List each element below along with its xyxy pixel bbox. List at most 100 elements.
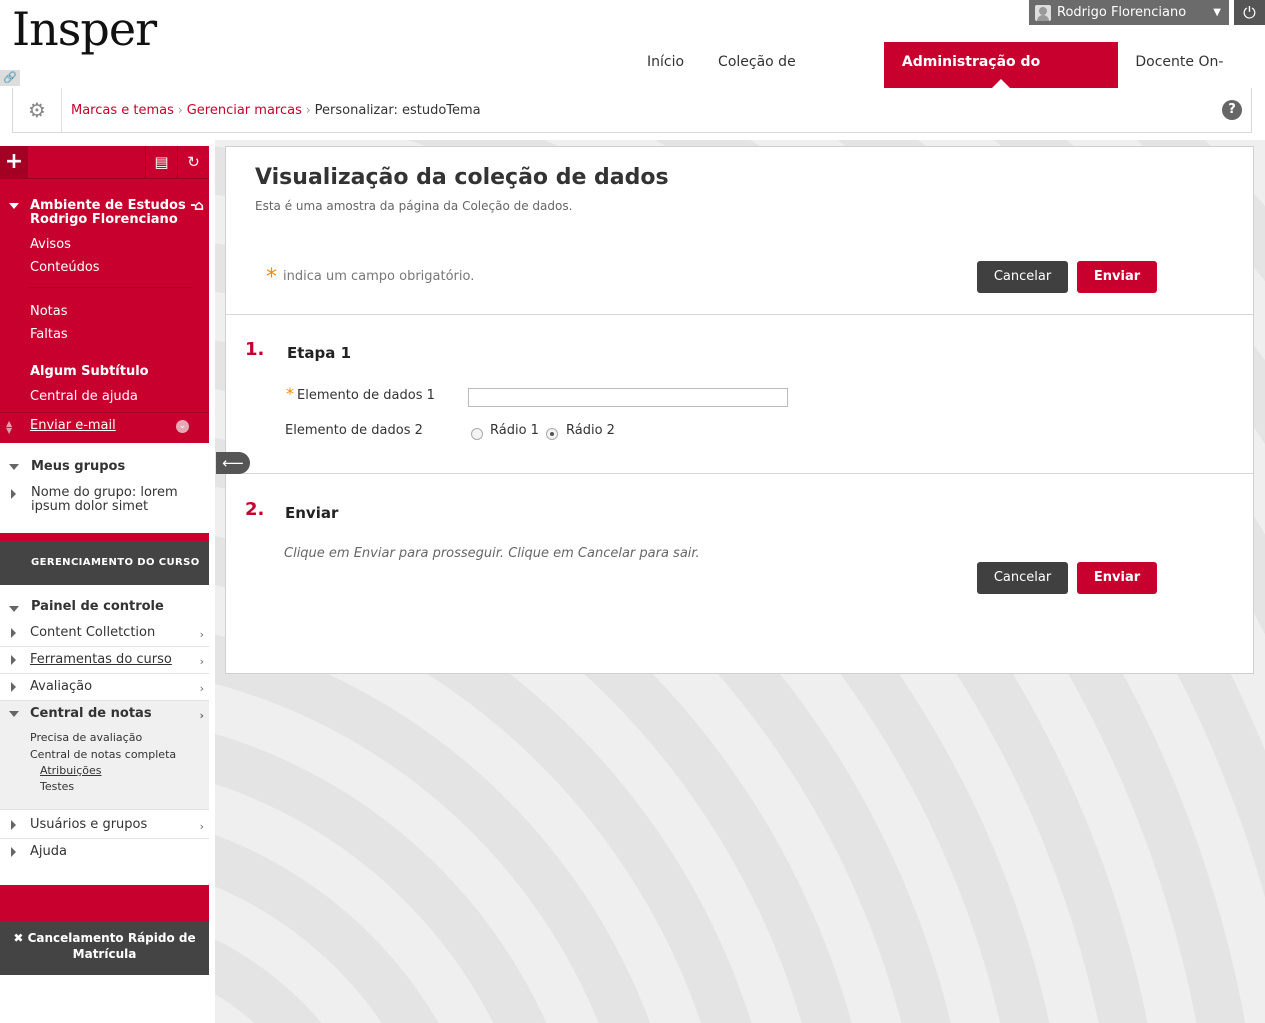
logout-power-icon[interactable]: ⏻ xyxy=(1234,0,1265,25)
radio-1[interactable] xyxy=(471,428,483,440)
panel-item-label: Content Colletction xyxy=(30,625,156,640)
required-note-text: indica um campo obrigatório. xyxy=(283,269,475,284)
expand-arrow-icon xyxy=(11,628,16,638)
radio-2[interactable] xyxy=(546,428,558,440)
breadcrumb-current: Personalizar: estudoTema xyxy=(314,102,481,118)
submenu-testes[interactable]: Testes xyxy=(30,779,199,795)
course-title-text: Ambiente de Estudos - Rodrigo Florencian… xyxy=(30,198,196,227)
sidebar-item-enviar-email[interactable]: ▲ ▼ Enviar e-mail ⌄ xyxy=(0,412,209,439)
submenu-central-notas-completa[interactable]: Central de notas completa xyxy=(30,746,199,763)
chevron-right-icon: › xyxy=(199,709,204,722)
radio-2-label[interactable]: Rádio 2 xyxy=(566,423,615,438)
gear-icon[interactable]: ⚙ xyxy=(13,88,62,132)
expand-arrow-icon xyxy=(11,655,16,665)
course-menu: Ambiente de Estudos - Rodrigo Florencian… xyxy=(0,179,209,443)
step-2-number: 2. xyxy=(245,499,265,520)
help-icon[interactable]: ? xyxy=(1222,100,1242,120)
expand-arrow-icon xyxy=(11,820,16,830)
collapse-triangle-icon xyxy=(9,711,19,717)
sidebar-item-avisos[interactable]: Avisos xyxy=(0,233,209,256)
breadcrumb: ⚙ Marcas e temas › Gerenciar marcas › Pe… xyxy=(12,88,1252,133)
sidebar-item-notas[interactable]: Notas xyxy=(0,300,209,323)
link-icon[interactable]: 🔗 xyxy=(0,70,20,86)
panel-item-label: Central de notas xyxy=(30,706,152,721)
cancel-button-bottom[interactable]: Cancelar xyxy=(977,562,1068,594)
submit-button-bottom[interactable]: Enviar xyxy=(1077,562,1157,594)
chevron-right-icon: › xyxy=(199,628,204,641)
red-divider xyxy=(0,885,209,921)
collapse-triangle-icon xyxy=(9,464,19,470)
required-note: * indica um campo obrigatório. xyxy=(266,265,474,290)
insper-logo: Insper xyxy=(12,2,157,56)
breadcrumb-separator: › xyxy=(305,103,311,117)
collapse-triangle-icon xyxy=(9,203,19,209)
red-divider xyxy=(0,533,209,541)
quick-unenroll-button[interactable]: ✖ Cancelamento Rápido de Matrícula xyxy=(0,921,209,975)
chevron-right-icon: › xyxy=(199,820,204,833)
breadcrumb-marcas-temas[interactable]: Marcas e temas xyxy=(71,103,174,118)
my-groups-title[interactable]: Meus grupos xyxy=(0,443,209,480)
radio-1-label[interactable]: Rádio 1 xyxy=(490,423,539,438)
tab-docente-online[interactable]: Docente On-Line xyxy=(1118,42,1265,110)
home-icon[interactable]: ⌂ xyxy=(194,199,204,213)
expand-arrow-icon xyxy=(11,489,16,499)
close-x-icon: ✖ xyxy=(13,931,24,945)
field-1-label-text: Elemento de dados 1 xyxy=(297,388,435,403)
refresh-icon[interactable]: ↻ xyxy=(177,146,209,178)
expand-arrow-icon xyxy=(11,682,16,692)
breadcrumb-gerenciar-marcas[interactable]: Gerenciar marcas xyxy=(187,103,302,118)
field-1-label: * Elemento de dados 1 xyxy=(286,384,435,403)
sidebar-item-conteudos[interactable]: Conteúdos xyxy=(0,256,209,279)
sidebar-item-central-ajuda[interactable]: Central de ajuda xyxy=(0,385,209,412)
collapse-sidebar-arrow-icon[interactable]: ⟵ xyxy=(216,452,250,474)
course-title[interactable]: Ambiente de Estudos - Rodrigo Florencian… xyxy=(0,179,209,233)
add-menu-item-icon[interactable]: + xyxy=(0,146,28,178)
required-asterisk-icon: * xyxy=(266,265,277,290)
step-2-title: Enviar xyxy=(285,504,339,522)
divider xyxy=(28,287,193,288)
grade-center-submenu: Precisa de avaliação Central de notas co… xyxy=(0,727,209,810)
panel-item-avaliacao[interactable]: Avaliação › xyxy=(0,674,209,701)
data-element-1-input[interactable] xyxy=(468,388,788,407)
panel-item-central-notas[interactable]: Central de notas › xyxy=(0,701,209,727)
panel-item-content-collection[interactable]: Content Colletction › xyxy=(0,620,209,647)
folder-view-icon[interactable]: ▤ xyxy=(145,146,177,178)
panel-item-usuarios-grupos[interactable]: Usuários e grupos › xyxy=(0,812,209,839)
quick-unenroll-label: Cancelamento Rápido de Matrícula xyxy=(27,931,196,961)
breadcrumb-separator: › xyxy=(177,103,183,117)
control-panel-title[interactable]: Painel de controle xyxy=(0,585,209,620)
my-groups-label: Meus grupos xyxy=(31,459,126,474)
top-navigation: Início Coleção de conteúdos Administraçã… xyxy=(630,42,1265,110)
tab-colecao-conteudos[interactable]: Coleção de conteúdos xyxy=(701,42,884,110)
page-subtitle: Esta é uma amostra da página da Coleção … xyxy=(255,199,573,213)
tab-administracao-sistema[interactable]: Administração do Sistema xyxy=(883,42,1119,110)
chevron-right-icon: › xyxy=(199,682,204,695)
email-label: Enviar e-mail xyxy=(30,418,116,433)
page-title: Visualização da coleção de dados xyxy=(255,165,669,190)
sidebar-subtitle: Algum Subtítulo xyxy=(30,364,149,379)
group-item[interactable]: Nome do grupo: lorem ipsum dolor simet xyxy=(0,480,209,528)
user-menu[interactable]: Rodrigo Florenciano ▼ xyxy=(1029,0,1229,25)
divider xyxy=(226,473,1253,474)
submit-button[interactable]: Enviar xyxy=(1077,261,1157,293)
chevron-down-icon[interactable]: ⌄ xyxy=(176,420,189,433)
drag-handle-icon[interactable]: ▲ ▼ xyxy=(6,420,12,435)
submenu-atribuicoes[interactable]: Atribuições xyxy=(30,763,199,779)
control-panel-label: Painel de controle xyxy=(31,599,164,614)
cancel-button[interactable]: Cancelar xyxy=(977,261,1068,293)
caret-down-icon: ▼ xyxy=(1213,7,1221,18)
tab-inicio[interactable]: Início xyxy=(630,42,701,88)
panel-item-label: Usuários e grupos xyxy=(30,817,148,832)
course-management-header: GERENCIAMENTO DO CURSO xyxy=(0,541,209,585)
my-groups-section: Meus grupos Nome do grupo: lorem ipsum d… xyxy=(0,443,209,533)
sidebar-item-faltas[interactable]: Faltas xyxy=(0,323,209,346)
user-name: Rodrigo Florenciano xyxy=(1057,5,1187,20)
panel-item-label: Avaliação xyxy=(30,679,93,694)
course-sidebar: + ▤ ↻ Ambiente de Estudos - Rodrigo Flor… xyxy=(0,146,209,1008)
expand-arrow-icon xyxy=(11,847,16,857)
panel-item-ajuda[interactable]: Ajuda xyxy=(0,839,209,885)
submenu-precisa-avaliacao[interactable]: Precisa de avaliação xyxy=(30,729,199,746)
panel-item-ferramentas[interactable]: Ferramentas do curso › xyxy=(0,647,209,674)
panel-item-label: Ajuda xyxy=(30,844,67,859)
submit-instructions: Clique em Enviar para prosseguir. Clique… xyxy=(284,546,700,561)
